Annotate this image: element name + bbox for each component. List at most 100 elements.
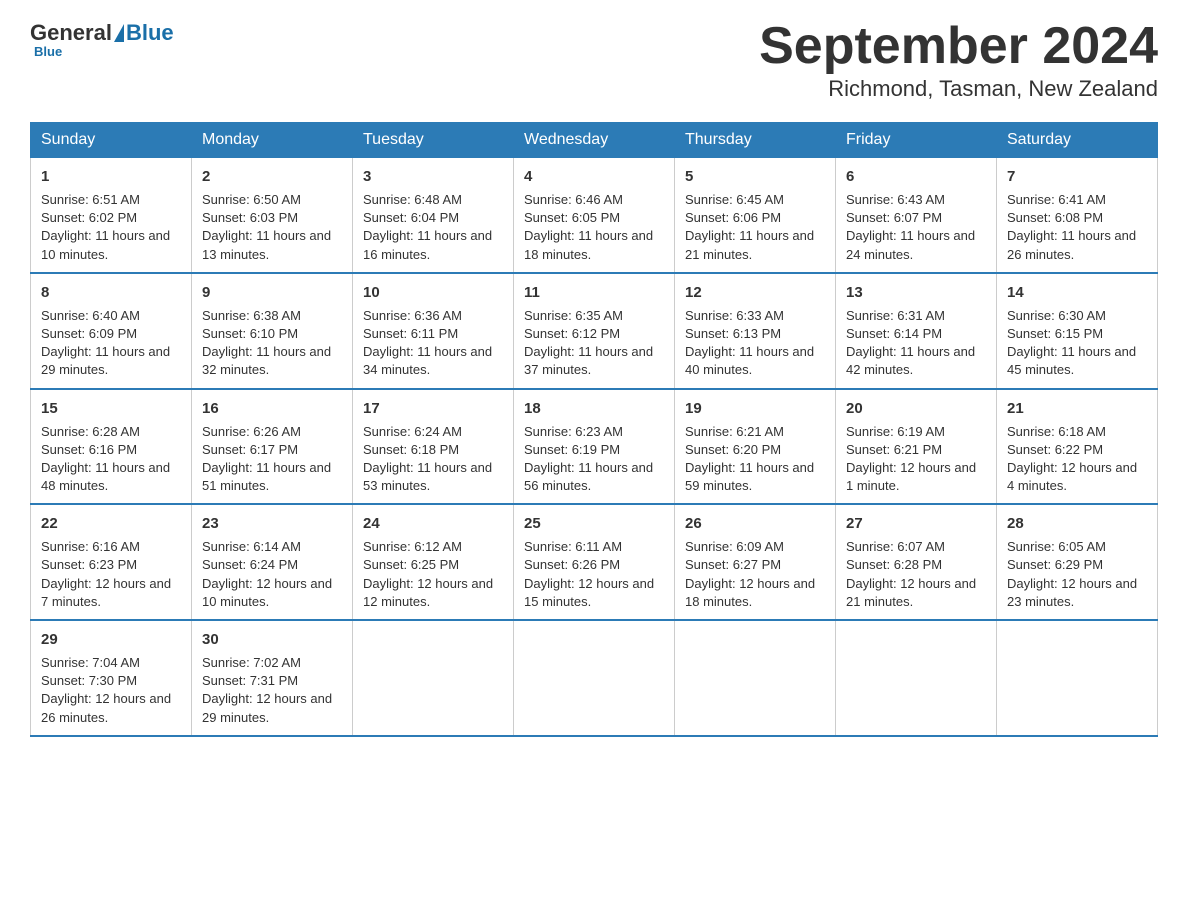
calendar-day-cell: 1Sunrise: 6:51 AMSunset: 6:02 PMDaylight… <box>31 158 192 273</box>
calendar-day-cell: 11Sunrise: 6:35 AMSunset: 6:12 PMDayligh… <box>514 273 675 389</box>
day-number: 23 <box>202 513 342 534</box>
col-header-monday: Monday <box>192 123 353 158</box>
col-header-thursday: Thursday <box>675 123 836 158</box>
calendar-week-row: 29 Sunrise: 7:04 AMSunset: 7:30 PMDayligh… <box>31 620 1158 736</box>
day-info: Sunrise: 6:05 AMSunset: 6:29 PMDaylight:… <box>1007 538 1147 611</box>
calendar-day-cell: 22 Sunrise: 6:16 AMSunset: 6:23 PMDayligh… <box>31 504 192 620</box>
calendar-empty-cell <box>675 620 836 736</box>
day-number: 1 <box>41 166 181 187</box>
day-info: Sunrise: 6:11 AMSunset: 6:26 PMDaylight:… <box>524 538 664 611</box>
title-block: September 2024 Richmond, Tasman, New Zea… <box>759 20 1158 102</box>
day-number: 30 <box>202 629 342 650</box>
calendar-week-row: 8Sunrise: 6:40 AMSunset: 6:09 PMDaylight… <box>31 273 1158 389</box>
day-info: Sunrise: 6:24 AMSunset: 6:18 PMDaylight:… <box>363 423 503 496</box>
calendar-day-cell: 27 Sunrise: 6:07 AMSunset: 6:28 PMDayligh… <box>836 504 997 620</box>
calendar-day-cell: 3Sunrise: 6:48 AMSunset: 6:04 PMDaylight… <box>353 158 514 273</box>
day-number: 15 <box>41 398 181 419</box>
day-number: 25 <box>524 513 664 534</box>
day-info: Sunrise: 7:04 AMSunset: 7:30 PMDaylight:… <box>41 654 181 727</box>
day-number: 28 <box>1007 513 1147 534</box>
logo: General Blue Blue <box>30 20 174 59</box>
day-number: 21 <box>1007 398 1147 419</box>
day-number: 19 <box>685 398 825 419</box>
day-number: 4 <box>524 166 664 187</box>
logo-triangle-icon <box>114 24 124 42</box>
calendar-empty-cell <box>353 620 514 736</box>
day-info: Sunrise: 6:43 AMSunset: 6:07 PMDaylight:… <box>846 191 986 264</box>
day-info: Sunrise: 6:30 AMSunset: 6:15 PMDaylight:… <box>1007 307 1147 380</box>
calendar-day-cell: 19 Sunrise: 6:21 AMSunset: 6:20 PMDayligh… <box>675 389 836 505</box>
calendar-week-row: 15 Sunrise: 6:28 AMSunset: 6:16 PMDayligh… <box>31 389 1158 505</box>
day-number: 29 <box>41 629 181 650</box>
day-info: Sunrise: 6:36 AMSunset: 6:11 PMDaylight:… <box>363 307 503 380</box>
calendar-day-cell: 8Sunrise: 6:40 AMSunset: 6:09 PMDaylight… <box>31 273 192 389</box>
calendar-day-cell: 7 Sunrise: 6:41 AMSunset: 6:08 PMDaylight… <box>997 158 1158 273</box>
logo-underline: Blue <box>34 44 62 59</box>
calendar-day-cell: 23 Sunrise: 6:14 AMSunset: 6:24 PMDayligh… <box>192 504 353 620</box>
day-number: 5 <box>685 166 825 187</box>
day-number: 11 <box>524 282 664 303</box>
day-info: Sunrise: 6:07 AMSunset: 6:28 PMDaylight:… <box>846 538 986 611</box>
calendar-day-cell: 6 Sunrise: 6:43 AMSunset: 6:07 PMDaylight… <box>836 158 997 273</box>
col-header-saturday: Saturday <box>997 123 1158 158</box>
calendar-day-cell: 15 Sunrise: 6:28 AMSunset: 6:16 PMDayligh… <box>31 389 192 505</box>
day-info: Sunrise: 6:14 AMSunset: 6:24 PMDaylight:… <box>202 538 342 611</box>
calendar-day-cell: 16Sunrise: 6:26 AMSunset: 6:17 PMDayligh… <box>192 389 353 505</box>
month-title: September 2024 <box>759 20 1158 72</box>
calendar-day-cell: 30Sunrise: 7:02 AMSunset: 7:31 PMDayligh… <box>192 620 353 736</box>
calendar-day-cell: 24Sunrise: 6:12 AMSunset: 6:25 PMDayligh… <box>353 504 514 620</box>
day-info: Sunrise: 6:09 AMSunset: 6:27 PMDaylight:… <box>685 538 825 611</box>
day-number: 10 <box>363 282 503 303</box>
day-number: 2 <box>202 166 342 187</box>
logo-general-text: General <box>30 20 112 46</box>
day-number: 6 <box>846 166 986 187</box>
calendar-day-cell: 12 Sunrise: 6:33 AMSunset: 6:13 PMDayligh… <box>675 273 836 389</box>
day-info: Sunrise: 6:45 AMSunset: 6:06 PMDaylight:… <box>685 191 825 264</box>
day-info: Sunrise: 6:19 AMSunset: 6:21 PMDaylight:… <box>846 423 986 496</box>
calendar-empty-cell <box>997 620 1158 736</box>
day-number: 12 <box>685 282 825 303</box>
calendar-week-row: 22 Sunrise: 6:16 AMSunset: 6:23 PMDayligh… <box>31 504 1158 620</box>
day-number: 27 <box>846 513 986 534</box>
day-number: 26 <box>685 513 825 534</box>
day-info: Sunrise: 6:38 AMSunset: 6:10 PMDaylight:… <box>202 307 342 380</box>
col-header-wednesday: Wednesday <box>514 123 675 158</box>
day-number: 7 <box>1007 166 1147 187</box>
calendar-table: SundayMondayTuesdayWednesdayThursdayFrid… <box>30 122 1158 737</box>
day-info: Sunrise: 6:33 AMSunset: 6:13 PMDaylight:… <box>685 307 825 380</box>
calendar-day-cell: 21 Sunrise: 6:18 AMSunset: 6:22 PMDayligh… <box>997 389 1158 505</box>
day-info: Sunrise: 6:28 AMSunset: 6:16 PMDaylight:… <box>41 423 181 496</box>
day-info: Sunrise: 6:23 AMSunset: 6:19 PMDaylight:… <box>524 423 664 496</box>
calendar-day-cell: 20Sunrise: 6:19 AMSunset: 6:21 PMDayligh… <box>836 389 997 505</box>
logo-blue-text: Blue <box>126 20 174 46</box>
calendar-day-cell: 4 Sunrise: 6:46 AMSunset: 6:05 PMDaylight… <box>514 158 675 273</box>
day-info: Sunrise: 6:50 AMSunset: 6:03 PMDaylight:… <box>202 191 342 264</box>
calendar-day-cell: 5 Sunrise: 6:45 AMSunset: 6:06 PMDaylight… <box>675 158 836 273</box>
day-info: Sunrise: 6:46 AMSunset: 6:05 PMDaylight:… <box>524 191 664 264</box>
calendar-day-cell: 2 Sunrise: 6:50 AMSunset: 6:03 PMDaylight… <box>192 158 353 273</box>
day-info: Sunrise: 6:31 AMSunset: 6:14 PMDaylight:… <box>846 307 986 380</box>
calendar-day-cell: 25 Sunrise: 6:11 AMSunset: 6:26 PMDayligh… <box>514 504 675 620</box>
calendar-day-cell: 10 Sunrise: 6:36 AMSunset: 6:11 PMDayligh… <box>353 273 514 389</box>
day-number: 18 <box>524 398 664 419</box>
calendar-day-cell: 17Sunrise: 6:24 AMSunset: 6:18 PMDayligh… <box>353 389 514 505</box>
day-number: 22 <box>41 513 181 534</box>
calendar-day-cell: 18 Sunrise: 6:23 AMSunset: 6:19 PMDayligh… <box>514 389 675 505</box>
calendar-day-cell: 29 Sunrise: 7:04 AMSunset: 7:30 PMDayligh… <box>31 620 192 736</box>
day-number: 14 <box>1007 282 1147 303</box>
day-info: Sunrise: 6:21 AMSunset: 6:20 PMDaylight:… <box>685 423 825 496</box>
day-info: Sunrise: 6:41 AMSunset: 6:08 PMDaylight:… <box>1007 191 1147 264</box>
calendar-day-cell: 13Sunrise: 6:31 AMSunset: 6:14 PMDayligh… <box>836 273 997 389</box>
calendar-day-cell: 28 Sunrise: 6:05 AMSunset: 6:29 PMDayligh… <box>997 504 1158 620</box>
calendar-day-cell: 26 Sunrise: 6:09 AMSunset: 6:27 PMDayligh… <box>675 504 836 620</box>
day-info: Sunrise: 6:18 AMSunset: 6:22 PMDaylight:… <box>1007 423 1147 496</box>
col-header-friday: Friday <box>836 123 997 158</box>
day-info: Sunrise: 6:16 AMSunset: 6:23 PMDaylight:… <box>41 538 181 611</box>
day-number: 16 <box>202 398 342 419</box>
calendar-header-row: SundayMondayTuesdayWednesdayThursdayFrid… <box>31 123 1158 158</box>
day-number: 3 <box>363 166 503 187</box>
calendar-week-row: 1Sunrise: 6:51 AMSunset: 6:02 PMDaylight… <box>31 158 1158 273</box>
page-header: General Blue Blue September 2024 Richmon… <box>30 20 1158 102</box>
calendar-day-cell: 9Sunrise: 6:38 AMSunset: 6:10 PMDaylight… <box>192 273 353 389</box>
day-number: 24 <box>363 513 503 534</box>
